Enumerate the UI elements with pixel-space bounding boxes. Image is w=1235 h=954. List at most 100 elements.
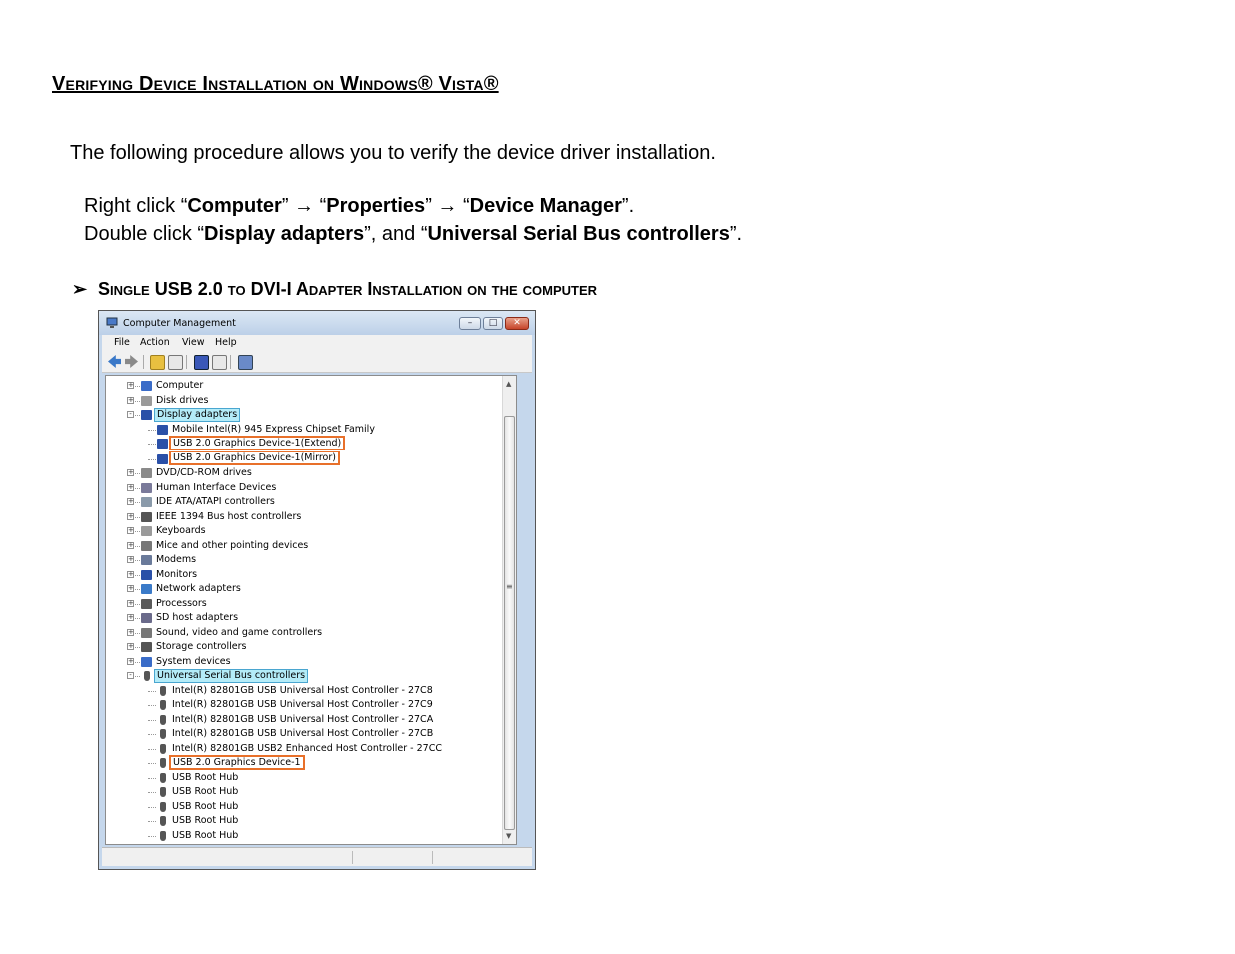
vertical-scrollbar[interactable]: ▲ ≡ ▼ bbox=[502, 376, 516, 844]
tree-connector bbox=[135, 545, 140, 547]
display-adapter-icon bbox=[157, 439, 168, 449]
expand-icon[interactable]: + bbox=[127, 643, 134, 650]
tree-category[interactable]: + IDE ATA/ATAPI controllers bbox=[106, 495, 501, 509]
scroll-down-icon[interactable]: ▼ bbox=[506, 832, 511, 840]
maximize-button[interactable]: □ bbox=[483, 317, 503, 330]
tree-category[interactable]: + DVD/CD-ROM drives bbox=[106, 466, 501, 480]
tree-category[interactable]: - Universal Serial Bus controllers bbox=[106, 669, 501, 683]
tree-category[interactable]: + Monitors bbox=[106, 568, 501, 582]
tree-category[interactable]: + Human Interface Devices bbox=[106, 481, 501, 495]
menu-view[interactable]: View bbox=[182, 337, 205, 348]
expand-icon[interactable]: + bbox=[127, 541, 134, 549]
tree-item-label: USB 2.0 Graphics Device-1(Mirror) bbox=[169, 450, 340, 465]
tree-connector bbox=[135, 516, 140, 518]
back-arrow-icon[interactable] bbox=[108, 355, 121, 368]
expand-icon[interactable]: + bbox=[127, 396, 134, 404]
tree-category[interactable]: + Network adapters bbox=[106, 582, 501, 596]
scrollbar-thumb[interactable] bbox=[504, 416, 515, 830]
tree-category[interactable]: + Keyboards bbox=[106, 524, 501, 538]
expand-icon[interactable]: + bbox=[127, 527, 134, 534]
tree-device[interactable]: USB 2.0 Graphics Device-1(Extend) bbox=[106, 436, 501, 451]
forward-arrow-icon[interactable] bbox=[125, 355, 138, 368]
menu-file[interactable]: File bbox=[114, 337, 130, 348]
tree-device[interactable]: USB Root Hub bbox=[106, 800, 501, 814]
help-icon[interactable] bbox=[194, 355, 209, 370]
expand-icon[interactable]: + bbox=[127, 628, 134, 636]
tree-category[interactable]: + Modems bbox=[106, 553, 501, 567]
status-bar bbox=[102, 847, 532, 866]
tree-item-label: Intel(R) 82801GB USB Universal Host Cont… bbox=[172, 684, 433, 696]
expand-icon[interactable]: + bbox=[127, 657, 134, 665]
expand-icon[interactable]: + bbox=[127, 498, 134, 505]
tree-category[interactable]: - Display adapters bbox=[106, 408, 501, 422]
tree-device[interactable]: Intel(R) 82801GB USB Universal Host Cont… bbox=[106, 698, 501, 712]
tree-connector bbox=[148, 458, 156, 460]
tree-category[interactable]: + Processors bbox=[106, 597, 501, 611]
tree-item-label: Network adapters bbox=[156, 583, 241, 594]
scan-hardware-icon[interactable] bbox=[238, 355, 253, 370]
tree-category[interactable]: + SD host adapters bbox=[106, 611, 501, 625]
tree-category[interactable]: + Disk drives bbox=[106, 394, 501, 408]
collapse-icon[interactable]: - bbox=[127, 411, 134, 418]
tree-category[interactable]: + Mice and other pointing devices bbox=[106, 539, 501, 553]
expand-icon[interactable]: + bbox=[127, 599, 134, 607]
tree-category[interactable]: + System devices bbox=[106, 655, 501, 669]
tree-device[interactable]: USB 2.0 Graphics Device-1(Mirror) bbox=[106, 450, 501, 466]
tree-device[interactable]: Mobile Intel(R) 945 Express Chipset Fami… bbox=[106, 423, 501, 437]
tree-connector bbox=[148, 763, 156, 764]
scroll-grip-icon: ≡ bbox=[506, 582, 513, 591]
tree-device[interactable]: USB Root Hub bbox=[106, 829, 501, 843]
expand-icon[interactable]: + bbox=[127, 512, 134, 520]
expand-icon[interactable]: + bbox=[127, 570, 134, 578]
tree-device[interactable]: Intel(R) 82801GB USB Universal Host Cont… bbox=[106, 713, 501, 727]
expand-icon[interactable]: + bbox=[127, 469, 134, 476]
tree-item-label: Monitors bbox=[156, 568, 198, 580]
window-titlebar[interactable]: Computer Management – □ ✕ bbox=[99, 311, 535, 335]
tree-device[interactable]: USB 2.0 Graphics Device-1 bbox=[106, 755, 501, 770]
show-hide-tree-icon[interactable] bbox=[168, 355, 183, 370]
step-right-click: Right click “Computer” → “Properties” → … bbox=[84, 195, 634, 218]
tree-device[interactable]: Intel(R) 82801GB USB Universal Host Cont… bbox=[106, 727, 501, 741]
tree-connector bbox=[148, 792, 156, 793]
tree-device[interactable]: USB Root Hub bbox=[106, 814, 501, 828]
tree-connector bbox=[135, 676, 140, 677]
menu-action[interactable]: Action bbox=[140, 337, 170, 348]
tree-device[interactable]: Intel(R) 82801GB USB Universal Host Cont… bbox=[106, 684, 501, 698]
tree-device[interactable]: USB Root Hub bbox=[106, 785, 501, 799]
step2-display-adapters: Display adapters bbox=[204, 223, 365, 245]
expand-icon[interactable]: + bbox=[127, 614, 134, 621]
minimize-button[interactable]: – bbox=[459, 317, 481, 330]
toolbar bbox=[102, 351, 532, 373]
usb-icon bbox=[160, 801, 166, 812]
tree-category[interactable]: + IEEE 1394 Bus host controllers bbox=[106, 510, 501, 524]
tree-category[interactable]: + Computer bbox=[106, 379, 501, 393]
menu-help[interactable]: Help bbox=[215, 337, 237, 348]
close-button[interactable]: ✕ bbox=[505, 317, 529, 330]
tree-category[interactable]: + Storage controllers bbox=[106, 640, 501, 654]
expand-icon[interactable]: + bbox=[127, 585, 134, 592]
expand-icon[interactable]: + bbox=[127, 483, 134, 491]
tree-connector bbox=[148, 429, 156, 431]
tree-item-label: SD host adapters bbox=[156, 612, 239, 623]
usb-icon bbox=[160, 729, 166, 739]
expand-icon[interactable]: + bbox=[127, 556, 134, 563]
properties-icon[interactable] bbox=[212, 355, 227, 370]
status-divider bbox=[352, 851, 353, 864]
tree-item-label: Display adapters bbox=[154, 408, 241, 422]
keyboard-icon bbox=[141, 526, 152, 536]
step1-text-2: ” → “ bbox=[281, 195, 327, 217]
tree-device[interactable]: Intel(R) 82801GB USB2 Enhanced Host Cont… bbox=[106, 742, 501, 756]
collapse-icon[interactable]: - bbox=[127, 672, 134, 679]
device-tree-pane[interactable]: + Computer + Disk drives - Display adapters Mo… bbox=[105, 375, 517, 845]
tree-connector bbox=[148, 734, 156, 735]
up-folder-icon[interactable] bbox=[150, 355, 165, 370]
section-title: Single USB 2.0 to DVI-I Adapter Installa… bbox=[98, 279, 598, 299]
ieee1394-icon bbox=[141, 511, 152, 522]
speaker-icon bbox=[141, 627, 152, 638]
tree-connector bbox=[135, 618, 140, 619]
tree-device[interactable]: USB Root Hub bbox=[106, 771, 501, 785]
expand-icon[interactable]: + bbox=[127, 382, 134, 389]
tree-category[interactable]: + Sound, video and game controllers bbox=[106, 626, 501, 640]
toolbar-separator bbox=[143, 355, 144, 369]
scroll-up-icon[interactable]: ▲ bbox=[506, 380, 511, 388]
